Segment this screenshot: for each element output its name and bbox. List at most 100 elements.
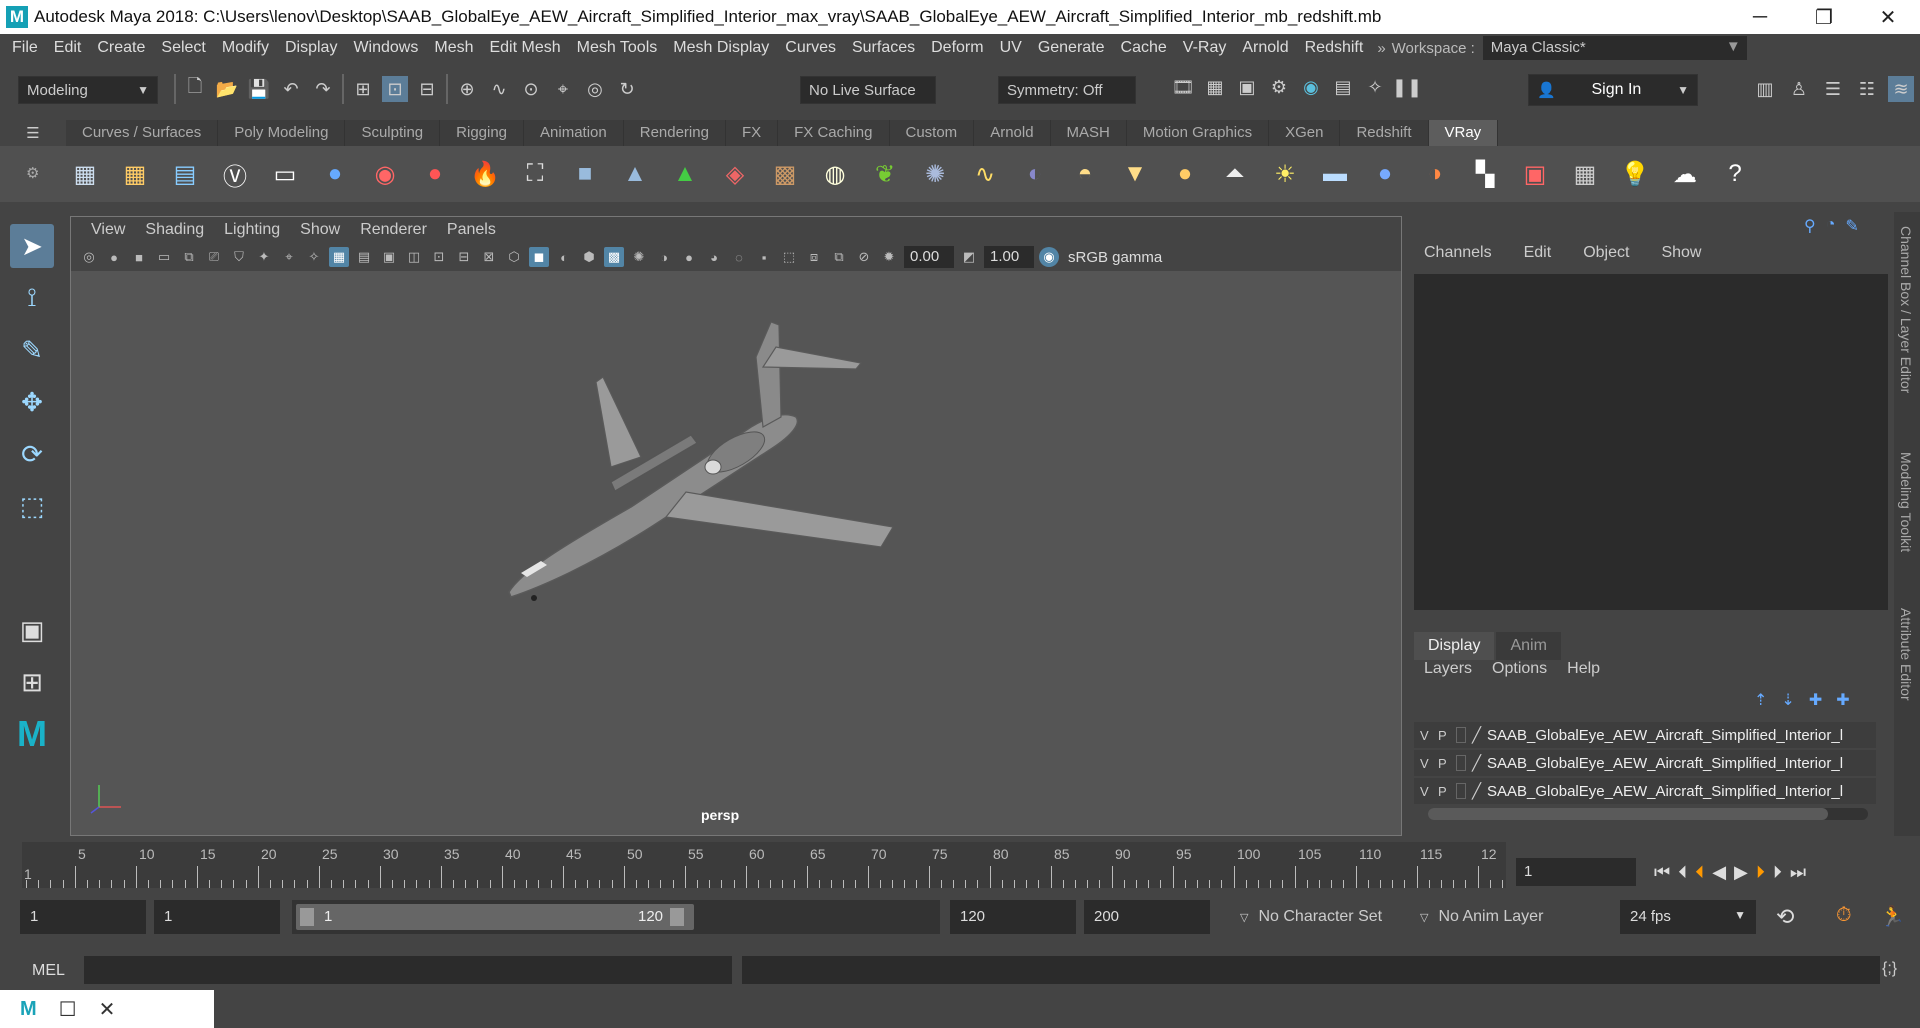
time-ruler[interactable]: 1 5 10 15 20 25 30 35 40 45 50 55 60 65 70 75 80 85 90 95 10… [22,842,1506,888]
lights-icon[interactable]: ✺ [629,247,649,267]
viewport-menu-shading[interactable]: Shading [135,221,214,239]
layer-playback[interactable]: P [1438,784,1450,799]
layer-row[interactable]: V P ╱ SAAB_GlobalEye_AEW_Aircraft_Simpli… [1414,722,1876,748]
start-time-field[interactable]: 1 [20,900,146,934]
snap-curve-icon[interactable]: ∿ [486,76,512,102]
color-management-icon[interactable]: ◉ [1039,247,1059,267]
layer-row[interactable]: V P ╱ SAAB_GlobalEye_AEW_Aircraft_Simpli… [1414,778,1876,804]
go-to-start-icon[interactable]: ⏮ [1654,862,1670,883]
new-layer-selected-icon[interactable]: ✚ [1836,690,1849,710]
symmetry-dropdown[interactable]: Symmetry: Off [998,76,1136,104]
vray-dome-light-icon[interactable]: ◐ [1014,153,1056,195]
anti-alias-icon[interactable]: ◌ [729,247,749,267]
vray-material-icon[interactable]: ● [314,153,356,195]
attribute-editor-icon[interactable]: ☰ [1820,76,1846,102]
tab-channel-box-layer-editor[interactable]: Channel Box / Layer Editor [1898,226,1914,393]
vray-cloud-icon[interactable]: ☁ [1664,153,1706,195]
rotate-tool-icon[interactable]: ⟳ [10,432,54,476]
minimized-maya-window[interactable]: M ☐ ✕ [0,990,214,1028]
tab-arnold[interactable]: Arnold [974,120,1051,146]
tab-rigging[interactable]: Rigging [440,120,525,146]
play-backward-icon[interactable]: ◀ [1712,862,1726,883]
tab-sculpting[interactable]: Sculpting [345,120,441,146]
backface-icon[interactable]: ⊘ [854,247,874,267]
layer-color-swatch[interactable] [1456,755,1466,771]
vray-help-icon[interactable]: ? [1714,153,1756,195]
select-object-icon[interactable]: ⊡ [382,76,408,102]
menu-surfaces[interactable]: Surfaces [844,39,923,57]
motion-blur-icon[interactable]: ◕ [704,247,724,267]
two-sided-icon[interactable]: ⧉ [829,247,849,267]
select-tool-icon[interactable]: ➤ [10,224,54,268]
film-gate2-icon[interactable]: ▤ [354,247,374,267]
xray-joints-icon[interactable]: ⬢ [579,247,599,267]
command-input[interactable] [84,956,732,984]
animation-prefs-icon[interactable]: 🏃 [1880,904,1905,929]
gate-mask-icon[interactable]: ✦ [254,247,274,267]
tab-vray[interactable]: VRay [1428,120,1499,146]
checker-icon[interactable]: ▩ [604,247,624,267]
tab-attribute-editor[interactable]: Attribute Editor [1898,608,1914,701]
lasso-tool-icon[interactable]: ⟟ [10,276,54,320]
four-view-layout-icon[interactable]: ⊞ [10,660,54,704]
camera-attributes-icon[interactable]: ● [104,247,124,267]
tab-display-layers[interactable]: Display [1414,632,1495,660]
shelf-menu-icon[interactable]: ☰ [0,120,66,146]
menu-vray[interactable]: V-Ray [1175,39,1235,57]
menu-curves[interactable]: Curves [777,39,844,57]
tab-fx[interactable]: FX [725,120,779,146]
render-view-icon[interactable]: 🎞 [1170,74,1196,100]
grid-icon[interactable]: ▦ [329,247,349,267]
menu-file[interactable]: File [4,39,46,57]
tab-custom[interactable]: Custom [889,120,975,146]
tool-settings-icon[interactable]: ☷ [1854,76,1880,102]
new-scene-icon[interactable]: 🗋 [182,76,208,102]
bookmark-icon[interactable]: ■ [129,247,149,267]
viewport-menu-view[interactable]: View [81,221,135,239]
vray-checker-icon[interactable]: ▚ [1464,153,1506,195]
ipr-render-icon[interactable]: ▣ [1234,74,1260,100]
restore-button[interactable]: ❐ [1792,0,1856,34]
channels-menu[interactable]: Channels [1408,244,1508,262]
step-back-frame-icon[interactable]: ⏴ [1695,862,1704,883]
range-start-handle[interactable] [300,908,314,926]
menu-arnold[interactable]: Arnold [1234,39,1296,57]
aircraft-model[interactable] [501,317,921,617]
color-space-dropdown[interactable]: sRGB gamma [1068,249,1162,266]
menu-mesh-display[interactable]: Mesh Display [665,39,777,57]
safe-title-icon[interactable]: ▣ [379,247,399,267]
vray-mtl-multi-icon[interactable]: ◑ [1414,153,1456,195]
vray-cube-icon[interactable]: ■ [564,153,606,195]
vray-logo-icon[interactable]: Ⓥ [214,153,256,195]
vray-gradient-icon[interactable]: ▲ [664,153,706,195]
workspace-dropdown[interactable]: Maya Classic* ▼ [1482,36,1747,60]
go-to-end-icon[interactable]: ⏭ [1790,862,1806,883]
layers-menu[interactable]: Layers [1424,660,1472,678]
playback-start-field[interactable]: 1 [154,900,280,934]
anim-layer-dropdown[interactable]: ▽ No Anim Layer [1420,908,1543,926]
options-menu[interactable]: Options [1492,660,1547,678]
minimize-button[interactable]: ─ [1728,0,1792,34]
tab-curves-surfaces[interactable]: Curves / Surfaces [66,120,219,146]
textured-icon[interactable]: ⊠ [479,247,499,267]
vray-texture-icon[interactable]: ▩ [764,153,806,195]
use-lights-icon[interactable]: ⬡ [504,247,524,267]
shadows-icon[interactable]: ◑ [654,247,674,267]
frame-select-icon[interactable]: ⬚ [779,247,799,267]
vray-displacement-icon[interactable]: ◈ [714,153,756,195]
snap-plane-icon[interactable]: ⌖ [550,76,576,102]
render-setup-icon[interactable]: ▤ [1330,74,1356,100]
exposure-icon[interactable]: ✹ [879,247,899,267]
vray-gear-sphere-icon[interactable]: ✺ [914,153,956,195]
menu-generate[interactable]: Generate [1030,39,1113,57]
pause-viewport-icon[interactable]: ❚❚ [1392,74,1422,100]
channel-show-menu[interactable]: Show [1645,244,1717,262]
vray-spheres-icon[interactable]: ● [414,153,456,195]
mode-dropdown[interactable]: Modeling ▼ [18,76,158,104]
vray-curve-icon[interactable]: ∿ [964,153,1006,195]
range-slider[interactable]: 1 120 [292,900,940,934]
menu-redshift[interactable]: Redshift [1297,39,1372,57]
channel-box-edit-icon[interactable]: ✎ [1845,216,1858,236]
render-frame-icon[interactable]: ▦ [1202,74,1228,100]
new-layer-icon[interactable]: ✚ [1809,690,1822,710]
